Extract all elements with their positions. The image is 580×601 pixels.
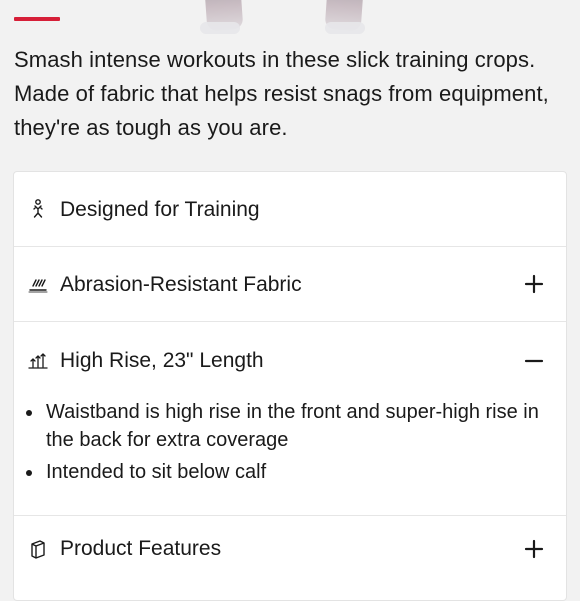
runner-icon — [26, 197, 50, 221]
detail-item: Waistband is high rise in the front and … — [26, 398, 566, 454]
plus-icon[interactable] — [524, 274, 544, 294]
accordion-row-abrasion-resistant-fabric[interactable]: Abrasion-Resistant Fabric — [14, 247, 566, 322]
product-image-left-shoe — [200, 22, 240, 34]
product-image-right-shoe — [325, 22, 365, 34]
feature-accordion: Designed for Training Abrasion-Resistant… — [13, 171, 567, 601]
accordion-label-designed-for-training: Designed for Training — [60, 197, 260, 221]
detail-item: Intended to sit below calf — [26, 458, 566, 486]
product-description: Smash intense workouts in these slick tr… — [14, 43, 562, 145]
abrasion-icon — [26, 272, 50, 296]
accordion-label-high-rise-length: High Rise, 23" Length — [60, 349, 264, 372]
height-icon — [26, 349, 50, 373]
accent-bar — [14, 17, 60, 21]
accordion-label-product-features: Product Features — [60, 537, 222, 560]
product-description-text: Smash intense workouts in these slick tr… — [14, 47, 549, 140]
accordion-label-abrasion-resistant-fabric: Abrasion-Resistant Fabric — [60, 272, 302, 296]
accordion-details-high-rise-length: Waistband is high rise in the front and … — [14, 398, 566, 516]
accordion-row-designed-for-training[interactable]: Designed for Training — [14, 172, 566, 247]
accordion-row-high-rise-length[interactable]: High Rise, 23" Length — [14, 323, 566, 398]
minus-icon[interactable] — [524, 351, 544, 371]
box-icon — [26, 537, 50, 561]
plus-icon[interactable] — [524, 539, 544, 559]
accordion-row-product-features[interactable]: Product Features — [14, 511, 566, 586]
